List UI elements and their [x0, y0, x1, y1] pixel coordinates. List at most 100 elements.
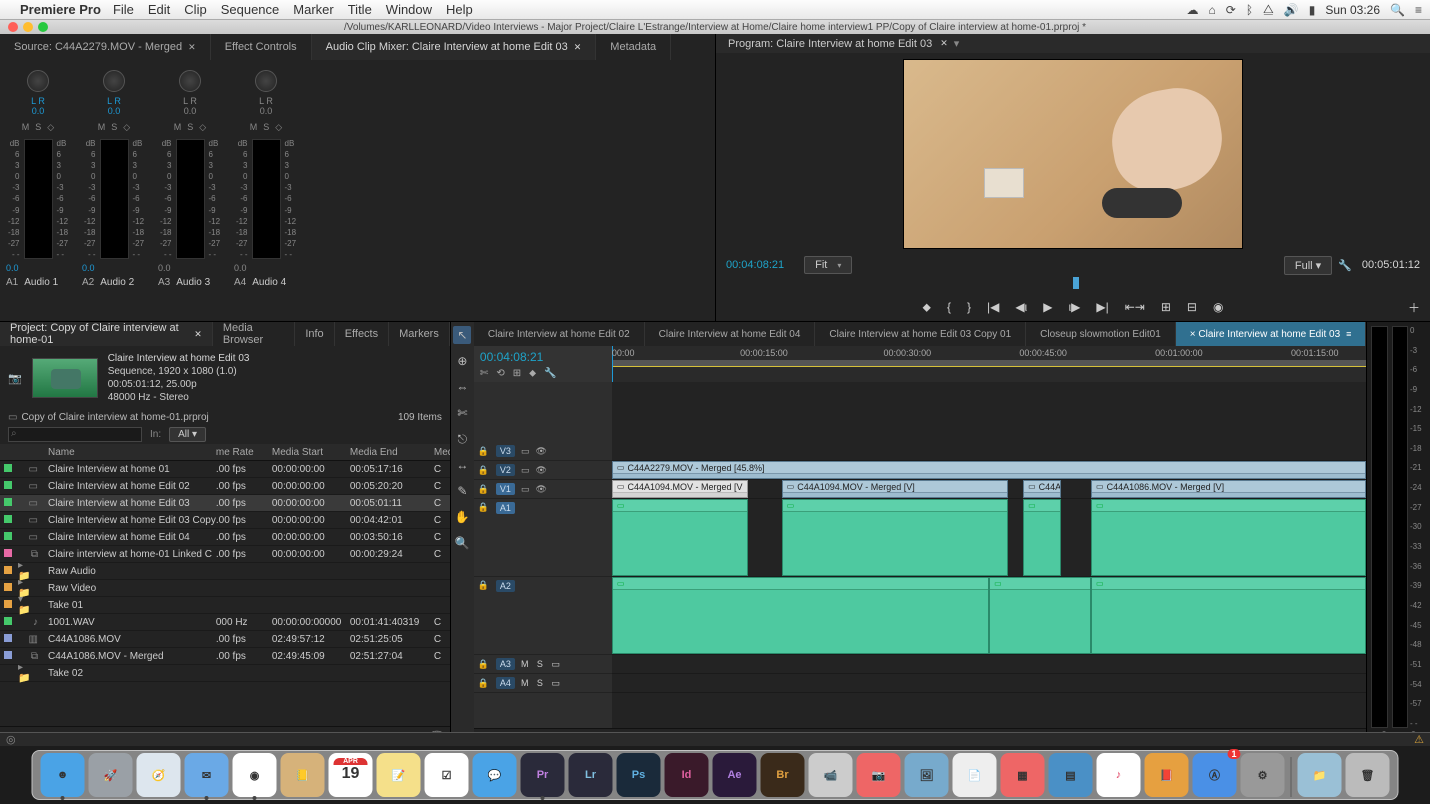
audio-track-header[interactable]: 🔒A3M S ▭	[474, 655, 612, 674]
close-window-button[interactable]	[8, 22, 18, 32]
transport-button[interactable]: ⊞	[1161, 300, 1171, 314]
mso-toggle[interactable]: M	[250, 122, 258, 133]
dock-mail-icon[interactable]: ✉	[185, 753, 229, 797]
program-monitor[interactable]	[903, 59, 1243, 249]
track-id[interactable]: V2	[496, 464, 515, 476]
timeline-sequence-tab[interactable]: Claire Interview at home Edit 02	[474, 322, 645, 346]
timeline-clip[interactable]: ▭	[612, 499, 748, 576]
volume-icon[interactable]: 🔊	[1284, 3, 1299, 17]
transport-button[interactable]: ◉	[1213, 300, 1223, 314]
transport-button[interactable]: ▶|	[1096, 300, 1108, 314]
table-row[interactable]: ⧉ C44A1086.MOV - Merged .00 fps 02:49:45…	[0, 648, 450, 665]
timeline-clip[interactable]: ▭	[782, 499, 1008, 576]
toggle-sync-icon[interactable]: 👁	[535, 484, 546, 495]
dropbox-icon[interactable]: ⌂	[1209, 3, 1216, 17]
dock-premiere-icon[interactable]: Pr	[521, 753, 565, 797]
tool-button[interactable]: ⊕	[453, 352, 471, 370]
menubar-clock[interactable]: Sun 03:26	[1325, 3, 1380, 17]
transport-button[interactable]: |◀	[987, 300, 999, 314]
bluetooth-icon[interactable]: ᛒ	[1246, 3, 1253, 17]
mso-toggle[interactable]: M	[174, 122, 182, 133]
label-color-chip[interactable]	[4, 617, 12, 625]
transport-button[interactable]: ι▶	[1068, 300, 1080, 314]
search-in-dropdown[interactable]: All ▾	[169, 427, 206, 442]
timeline-tool-icon[interactable]: ⟲	[496, 368, 504, 379]
timeline-current-timecode[interactable]: 00:04:08:21	[480, 350, 606, 364]
toggle-output-icon[interactable]: ▭	[521, 465, 530, 476]
menu-title[interactable]: Title	[348, 2, 372, 17]
sync-icon[interactable]: ⟳	[1226, 3, 1236, 17]
source-tab[interactable]: Metadata	[596, 34, 671, 60]
table-row[interactable]: ▭ Claire Interview at home Edit 02 .00 f…	[0, 478, 450, 495]
track-content-area[interactable]: ▭ C44A2279.MOV - Merged [45.8%]▭ C44A109…	[612, 382, 1366, 728]
tool-button[interactable]: ⇔	[453, 378, 471, 396]
project-tab[interactable]: Effects	[335, 322, 389, 346]
timeline-clip[interactable]: ▭ C44A1086.MOV - Merged [V]	[1091, 480, 1366, 498]
mso-toggle[interactable]: M	[22, 122, 30, 133]
transport-button[interactable]: ⬥	[923, 300, 931, 315]
fader-value[interactable]: 0.0	[6, 263, 70, 273]
col-med[interactable]: Med	[434, 447, 446, 458]
dock-itunes-icon[interactable]: ♪	[1097, 753, 1141, 797]
timeline-clip[interactable]: ▭	[989, 577, 1091, 654]
tool-button[interactable]: ✋	[453, 508, 471, 526]
mso-toggle[interactable]: S	[187, 122, 193, 133]
wifi-icon[interactable]: ⧋	[1263, 2, 1274, 17]
app-name[interactable]: Premiere Pro	[20, 2, 101, 17]
lock-icon[interactable]: 🔒	[478, 580, 490, 591]
mso-toggle[interactable]: S	[35, 122, 41, 133]
col-start[interactable]: Media Start	[272, 447, 350, 458]
dock-messages-icon[interactable]: 💬	[473, 753, 517, 797]
project-tab[interactable]: Markers	[389, 322, 450, 346]
tool-button[interactable]: 🔍	[453, 534, 471, 552]
lock-icon[interactable]: 🔒	[478, 659, 490, 670]
transport-button[interactable]: ⇤⇥	[1125, 300, 1145, 314]
track-id[interactable]: A4	[496, 677, 515, 689]
pan-knob[interactable]	[179, 70, 201, 92]
timeline-clip[interactable]: ▭ C44A2279.MOV - Merged [45.8%]	[612, 461, 1366, 479]
mso-toggle[interactable]: ◇	[199, 122, 206, 133]
mute-solo[interactable]: M S ▭	[521, 659, 563, 670]
transport-button[interactable]: {	[947, 300, 951, 314]
pan-value[interactable]: 0.0	[234, 106, 298, 116]
label-color-chip[interactable]	[4, 532, 12, 540]
menu-window[interactable]: Window	[386, 2, 432, 17]
menu-marker[interactable]: Marker	[293, 2, 333, 17]
label-color-chip[interactable]	[4, 464, 12, 472]
transport-button[interactable]: }	[967, 300, 971, 314]
source-tab[interactable]: Source: C44A2279.MOV - Merged✕	[0, 34, 211, 60]
tool-button[interactable]: ↖	[453, 326, 471, 344]
tab-close-icon[interactable]: ✕	[188, 42, 196, 53]
menu-clip[interactable]: Clip	[184, 2, 206, 17]
source-tab[interactable]: Audio Clip Mixer: Claire Interview at ho…	[312, 34, 597, 60]
dock-sysprefs-icon[interactable]: ⚙	[1241, 753, 1285, 797]
label-color-chip[interactable]	[4, 668, 12, 676]
table-row[interactable]: ▸ 📁 Raw Video	[0, 580, 450, 597]
fader-value[interactable]: 0.0	[82, 263, 146, 273]
dock-ibooks-icon[interactable]: 📕	[1145, 753, 1189, 797]
dock-photobooth-icon[interactable]: 📷	[857, 753, 901, 797]
timeline-clip[interactable]: ▭	[612, 577, 989, 654]
program-current-timecode[interactable]: 00:04:08:21	[726, 259, 784, 271]
timeline-tool-icon[interactable]: 🔧	[544, 368, 556, 379]
video-track-header[interactable]: 🔒V3▭👁	[474, 442, 612, 461]
audio-track-header[interactable]: 🔒A4M S ▭	[474, 674, 612, 693]
spotlight-icon[interactable]: 🔍	[1390, 3, 1405, 17]
mso-toggle[interactable]: ◇	[123, 122, 130, 133]
toggle-output-icon[interactable]: ▭	[521, 446, 530, 457]
timeline-tool-icon[interactable]: ⬥	[529, 368, 536, 379]
table-row[interactable]: ▸ 📁 Raw Audio	[0, 563, 450, 580]
video-track-header[interactable]: 🔒V2▭👁	[474, 461, 612, 480]
audio-track-header[interactable]: 🔒A1	[474, 499, 612, 577]
table-row[interactable]: ▥ C44A1086.MOV .00 fps 02:49:57:12 02:51…	[0, 631, 450, 648]
label-color-chip[interactable]	[4, 583, 12, 591]
tool-button[interactable]: ✎	[453, 482, 471, 500]
dock-aftereffects-icon[interactable]: Ae	[713, 753, 757, 797]
lock-icon[interactable]: 🔒	[478, 484, 490, 495]
timeline-clip[interactable]: ▭	[1023, 499, 1061, 576]
label-color-chip[interactable]	[4, 634, 12, 642]
tab-menu-icon[interactable]: ≡	[1346, 329, 1351, 339]
settings-wrench-icon[interactable]: 🔧	[1338, 259, 1352, 272]
label-color-chip[interactable]	[4, 515, 12, 523]
dock-launchpad-icon[interactable]: 🚀	[89, 753, 133, 797]
